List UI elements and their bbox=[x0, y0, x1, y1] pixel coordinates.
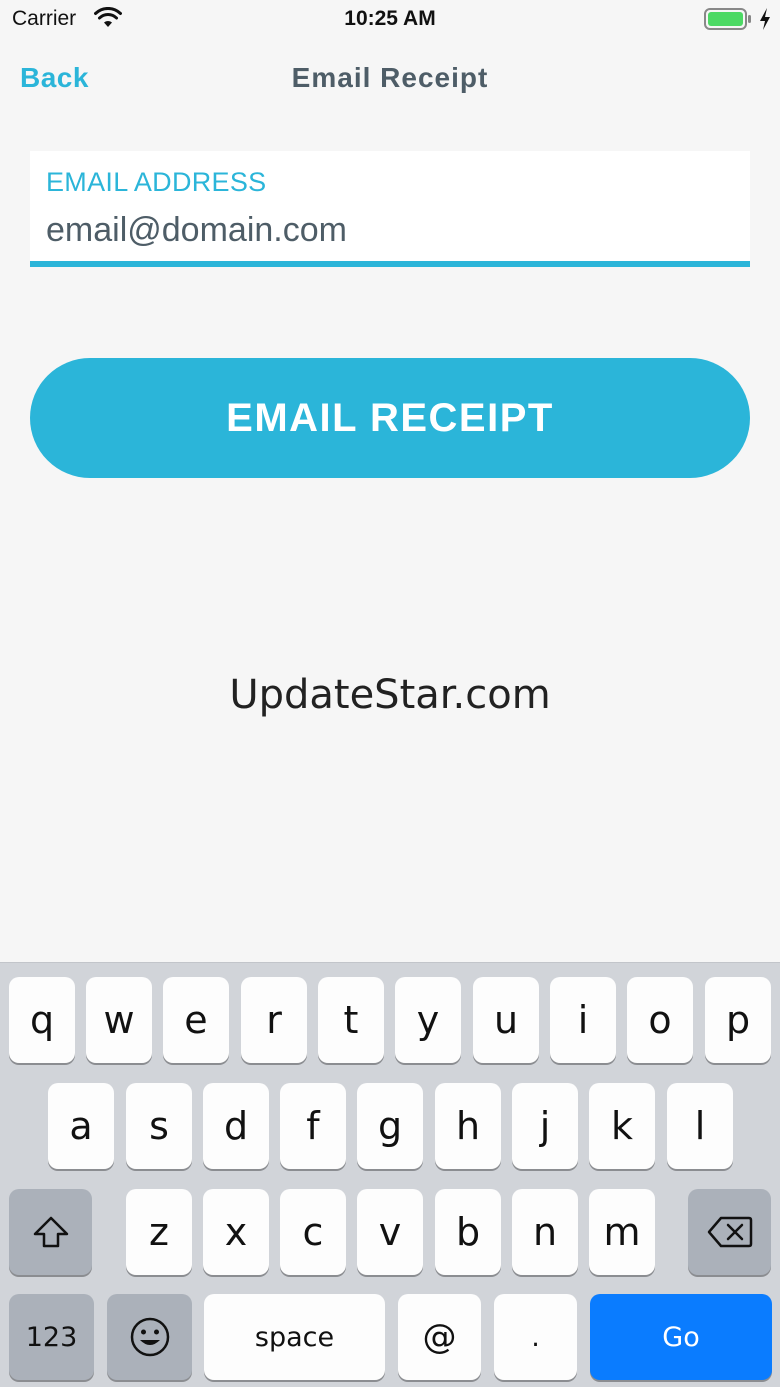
key-f[interactable]: f bbox=[280, 1083, 346, 1169]
space-key[interactable]: space bbox=[204, 1294, 385, 1380]
key-b[interactable]: b bbox=[435, 1189, 501, 1275]
key-s[interactable]: s bbox=[126, 1083, 192, 1169]
email-field-container[interactable]: EMAIL ADDRESS bbox=[30, 151, 750, 267]
backspace-icon bbox=[707, 1215, 753, 1249]
key-d[interactable]: d bbox=[203, 1083, 269, 1169]
key-a[interactable]: a bbox=[48, 1083, 114, 1169]
navigation-bar: Back Email Receipt bbox=[0, 40, 780, 116]
key-c[interactable]: c bbox=[280, 1189, 346, 1275]
key-n[interactable]: n bbox=[512, 1189, 578, 1275]
email-input[interactable] bbox=[46, 207, 736, 253]
key-o[interactable]: o bbox=[627, 977, 693, 1063]
page-title: Email Receipt bbox=[291, 62, 489, 93]
shift-key[interactable] bbox=[9, 1189, 92, 1275]
key-v[interactable]: v bbox=[357, 1189, 423, 1275]
at-key[interactable]: @ bbox=[398, 1294, 481, 1380]
status-bar: Carrier 10:25 AM bbox=[0, 0, 780, 40]
go-key[interactable]: Go bbox=[590, 1294, 772, 1380]
key-j[interactable]: j bbox=[512, 1083, 578, 1169]
key-p[interactable]: p bbox=[705, 977, 771, 1063]
clock: 10:25 AM bbox=[344, 7, 436, 30]
key-m[interactable]: m bbox=[589, 1189, 655, 1275]
key-k[interactable]: k bbox=[589, 1083, 655, 1169]
key-w[interactable]: w bbox=[86, 977, 152, 1063]
key-y[interactable]: y bbox=[395, 977, 461, 1063]
key-i[interactable]: i bbox=[550, 977, 616, 1063]
key-u[interactable]: u bbox=[473, 977, 539, 1063]
key-l[interactable]: l bbox=[667, 1083, 733, 1169]
email-field-label: EMAIL ADDRESS bbox=[46, 167, 267, 197]
key-e[interactable]: e bbox=[163, 977, 229, 1063]
key-h[interactable]: h bbox=[435, 1083, 501, 1169]
key-r[interactable]: r bbox=[241, 977, 307, 1063]
emoji-icon bbox=[129, 1316, 171, 1358]
shift-icon bbox=[31, 1214, 71, 1250]
key-z[interactable]: z bbox=[126, 1189, 192, 1275]
key-g[interactable]: g bbox=[357, 1083, 423, 1169]
battery-icon bbox=[704, 8, 752, 30]
emoji-key[interactable] bbox=[107, 1294, 192, 1380]
key-t[interactable]: t bbox=[318, 977, 384, 1063]
delete-key[interactable] bbox=[688, 1189, 771, 1275]
keyboard: q w e r t y u i o p a s d f g h j k l z … bbox=[0, 962, 780, 1387]
key-q[interactable]: q bbox=[9, 977, 75, 1063]
numbers-key[interactable]: 123 bbox=[9, 1294, 94, 1380]
watermark: UpdateStar.com bbox=[229, 672, 551, 718]
email-receipt-button[interactable]: EMAIL RECEIPT bbox=[30, 358, 750, 478]
key-x[interactable]: x bbox=[203, 1189, 269, 1275]
dot-key[interactable]: . bbox=[494, 1294, 577, 1380]
charging-icon bbox=[758, 7, 772, 31]
